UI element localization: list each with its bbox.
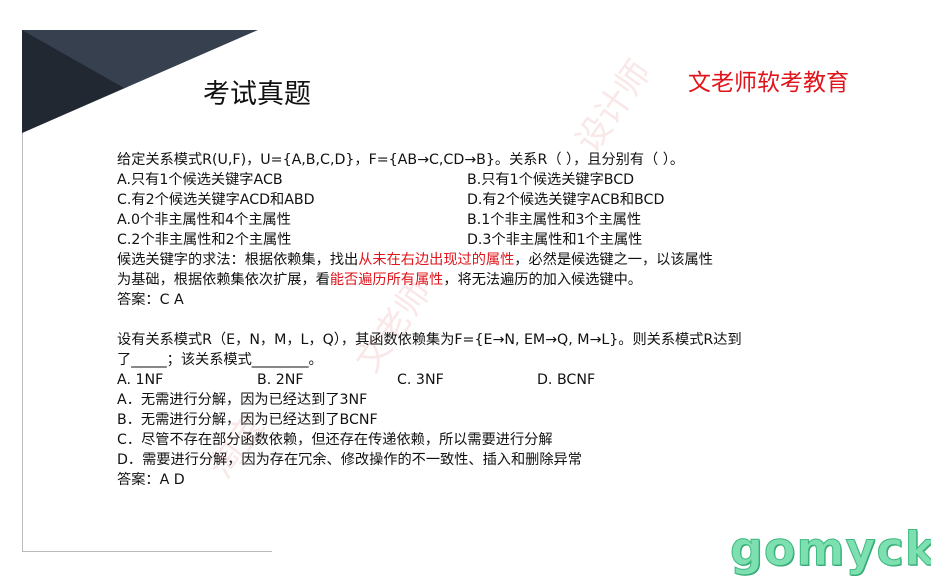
q1-explanation: 候选关键字的求法：根据依赖集，找出从未在右边出现过的属性，必然是候选键之一，以该… (117, 250, 742, 270)
option: D. BCNF (537, 372, 596, 388)
q1-explanation: 为基础，根据依赖集依次扩展，看能否遍历所有属性，将无法遍历的加入候选键中。 (117, 270, 742, 290)
q2-stem: 了_____；该关系模式________。 (117, 352, 323, 368)
option: C.2个非主属性和2个主属性 (117, 232, 292, 248)
faint-watermark: 设计师 (568, 53, 660, 160)
text: 候选关键字的求法：根据依赖集，找出 (117, 252, 359, 268)
option: C.有2个候选关键字ACD和ABD (117, 192, 315, 208)
option: A．无需进行分解，因为已经达到了3NF (117, 392, 368, 408)
option: B．无需进行分解，因为已经达到了BCNF (117, 412, 378, 428)
q1-option-row: A.0个非主属性和4个主属性 B.1个非主属性和3个主属性 (117, 210, 742, 230)
q1-stem: 给定关系模式R(U,F)，U={A,B,C,D}，F={AB→C,CD→B}。关… (117, 152, 685, 168)
q2-answer: 答案：A D (117, 472, 185, 488)
q1-option-row: C.有2个候选关键字ACD和ABD D.有2个候选关键字ACB和BCD (117, 190, 742, 210)
text: ，必然是候选键之一，以该属性 (514, 252, 713, 268)
option: B.1个非主属性和3个主属性 (467, 212, 642, 228)
page-title: 考试真题 (203, 79, 311, 110)
option: B.只有1个候选关键字BCD (467, 172, 635, 188)
q1-answer: 答案：C A (117, 292, 184, 308)
q2-stem: 设有关系模式R（E，N，M，L，Q），其函数依赖集为F={E→N, EM→Q, … (117, 332, 742, 348)
question-content: 给定关系模式R(U,F)，U={A,B,C,D}，F={AB→C,CD→B}。关… (117, 150, 742, 490)
highlight: 从未在右边出现过的属性 (358, 252, 515, 268)
option: D.3个非主属性和1个主属性 (467, 232, 643, 248)
brand-label: 文老师软考教育 (688, 70, 849, 96)
option: A. 1NF (117, 372, 164, 388)
text: 为基础，根据依赖集依次扩展，看 (117, 272, 330, 288)
text: ，将无法遍历的加入候选键中。 (443, 272, 642, 288)
slide-border (22, 551, 272, 552)
option: B. 2NF (257, 372, 304, 388)
option: C. 3NF (397, 372, 444, 388)
q1-option-row: C.2个非主属性和2个主属性 D.3个非主属性和1个主属性 (117, 230, 742, 250)
option: D．需要进行分解，因为存在冗余、修改操作的不一致性、插入和删除异常 (117, 452, 582, 468)
option: A.0个非主属性和4个主属性 (117, 212, 291, 228)
watermark-logo: gomyck (729, 522, 931, 577)
q1-option-row: A.只有1个候选关键字ACB B.只有1个候选关键字BCD (117, 170, 742, 190)
option: C．尽管不存在部分函数依赖，但还存在传递依赖，所以需要进行分解 (117, 432, 553, 448)
q2-option-row: A. 1NF B. 2NF C. 3NF D. BCNF (117, 370, 742, 390)
option: D.有2个候选关键字ACB和BCD (467, 192, 665, 208)
option: A.只有1个候选关键字ACB (117, 172, 283, 188)
highlight: 能否遍历所有属性 (329, 272, 444, 288)
